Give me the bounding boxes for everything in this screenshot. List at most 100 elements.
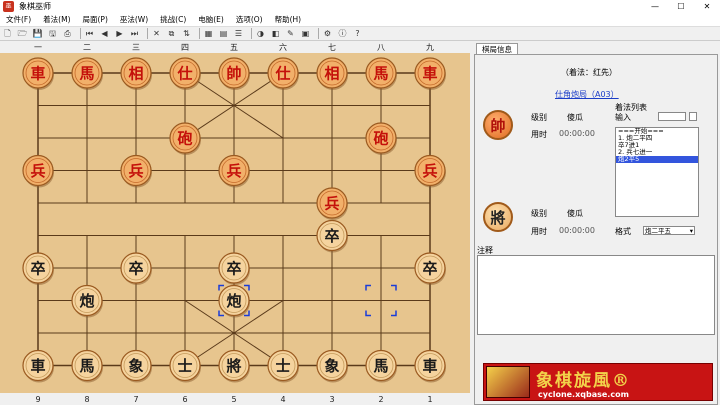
chess-piece[interactable]: 馬 xyxy=(365,349,397,383)
piece-label: 兵 xyxy=(30,162,45,180)
toolbar-separator xyxy=(80,28,81,39)
save-icon[interactable]: 💾 xyxy=(32,28,43,39)
menu-position[interactable]: 局面(P) xyxy=(77,14,114,25)
chess-piece[interactable]: 仕 xyxy=(267,57,299,90)
opening-link[interactable]: 仕角炮局（A03） xyxy=(555,89,619,100)
color-icon[interactable]: ◑ xyxy=(255,28,266,39)
first-move-label: （着法：红先） xyxy=(561,68,617,77)
piece-label: 象 xyxy=(324,357,339,375)
banner-url: cyclone.xqbase.com xyxy=(538,390,629,399)
menu-engine[interactable]: 电脑(E) xyxy=(192,14,230,25)
chess-piece[interactable]: 象 xyxy=(120,349,152,383)
chess-piece[interactable]: 兵 xyxy=(22,154,54,188)
save-as-icon[interactable]: 🖫 xyxy=(47,28,58,39)
first-move-icon[interactable]: ⏮ xyxy=(84,28,95,39)
chevron-down-icon: ▾ xyxy=(689,227,693,235)
minimize-button[interactable]: — xyxy=(642,0,668,13)
chess-piece[interactable]: 士 xyxy=(169,349,201,383)
chess-piece[interactable]: 卒 xyxy=(414,252,446,285)
chess-piece[interactable]: 兵 xyxy=(316,187,348,220)
bottom-file-label: 5 xyxy=(231,395,236,404)
piece-label: 兵 xyxy=(226,162,241,180)
new-icon[interactable]: 🗋 xyxy=(2,28,13,39)
chess-piece[interactable]: 炮 xyxy=(71,284,103,318)
close-button[interactable]: ✕ xyxy=(694,0,720,13)
list-icon[interactable]: ☰ xyxy=(233,28,244,39)
chess-piece[interactable]: 仕 xyxy=(169,57,201,90)
info-icon[interactable]: ⓘ xyxy=(337,28,348,39)
flip-board-icon[interactable]: ⇅ xyxy=(181,28,192,39)
engine-icon[interactable]: ◧ xyxy=(270,28,281,39)
chess-piece[interactable]: 炮 xyxy=(218,284,250,318)
open-icon[interactable]: 🗁 xyxy=(17,28,28,39)
chess-piece[interactable]: 兵 xyxy=(120,154,152,188)
delete-move-icon[interactable]: ✕ xyxy=(151,28,162,39)
format-select[interactable]: 炮二平五 ▾ xyxy=(643,226,695,235)
menu-wizard[interactable]: 巫法(W) xyxy=(114,14,154,25)
chess-piece[interactable]: 卒 xyxy=(22,252,54,285)
black-level-label: 级别 xyxy=(531,209,547,218)
hint-icon[interactable]: ✎ xyxy=(285,28,296,39)
book-icon[interactable]: ▣ xyxy=(300,28,311,39)
chess-piece[interactable]: 車 xyxy=(414,57,446,90)
banner-ad[interactable]: 象棋旋風® cyclone.xqbase.com xyxy=(483,363,713,401)
chess-piece[interactable]: 砲 xyxy=(169,122,201,155)
chess-piece[interactable]: 帥 xyxy=(218,57,250,90)
chess-piece[interactable]: 馬 xyxy=(365,57,397,90)
piece-label: 士 xyxy=(177,357,192,375)
moves-input[interactable] xyxy=(658,112,686,121)
next-move-icon[interactable]: ▶ xyxy=(114,28,125,39)
top-file-label: 九 xyxy=(426,43,434,52)
top-file-label: 五 xyxy=(230,43,238,52)
print-icon[interactable]: ⎙ xyxy=(62,28,73,39)
edit-position-icon[interactable]: ▦ xyxy=(203,28,214,39)
chess-piece[interactable]: 卒 xyxy=(120,252,152,285)
chess-piece[interactable]: 相 xyxy=(120,57,152,90)
chess-piece[interactable]: 車 xyxy=(22,57,54,90)
menu-help[interactable]: 帮助(H) xyxy=(269,14,308,25)
bottom-file-label: 8 xyxy=(84,395,89,404)
moves-input-button[interactable] xyxy=(689,112,697,121)
top-file-label: 一 xyxy=(34,43,42,52)
chess-piece[interactable]: 兵 xyxy=(414,154,446,188)
maximize-button[interactable]: ☐ xyxy=(668,0,694,13)
chess-piece[interactable]: 馬 xyxy=(71,349,103,383)
help-icon[interactable]: ? xyxy=(352,28,363,39)
title-bar: 巫 象棋巫师 — ☐ ✕ xyxy=(0,0,720,13)
chess-piece[interactable]: 將 xyxy=(218,349,250,383)
chess-piece[interactable]: 象 xyxy=(316,349,348,383)
chess-board[interactable]: 一二三四五六七八九987654321車馬相仕帥仕相馬車砲砲兵兵兵兵兵卒卒卒卒卒炮… xyxy=(0,41,470,405)
notes-textarea[interactable] xyxy=(477,255,715,335)
banner-title: 象棋旋風® xyxy=(536,371,631,391)
board-icon[interactable]: ▤ xyxy=(218,28,229,39)
chess-piece[interactable]: 馬 xyxy=(71,57,103,90)
red-level-value[interactable]: 傻瓜 xyxy=(567,112,583,123)
chess-piece[interactable]: 士 xyxy=(267,349,299,383)
chess-piece[interactable]: 砲 xyxy=(365,122,397,155)
bottom-file-label: 6 xyxy=(182,395,187,404)
prev-move-icon[interactable]: ◀ xyxy=(99,28,110,39)
chess-piece[interactable]: 車 xyxy=(22,349,54,383)
black-level-value[interactable]: 傻瓜 xyxy=(567,208,583,219)
last-move-icon[interactable]: ⏭ xyxy=(129,28,140,39)
moves-list[interactable]: ===开始=== 1. 炮二平四 卒7进1 2. 兵七进一 炮2平5 xyxy=(615,127,699,217)
piece-label: 車 xyxy=(30,357,45,375)
menu-notation[interactable]: 着法(M) xyxy=(37,14,76,25)
top-file-label: 四 xyxy=(181,43,189,52)
chess-piece[interactable]: 卒 xyxy=(316,219,348,253)
move-list-item[interactable]: 炮2平5 xyxy=(616,156,698,163)
toolbar-separator xyxy=(147,28,148,39)
chess-piece[interactable]: 卒 xyxy=(218,252,250,285)
copy-icon[interactable]: ⧉ xyxy=(166,28,177,39)
toolbar-separator xyxy=(251,28,252,39)
piece-label: 卒 xyxy=(128,260,143,278)
chess-piece[interactable]: 車 xyxy=(414,349,446,383)
piece-label: 炮 xyxy=(79,292,94,310)
settings-icon[interactable]: ⚙ xyxy=(322,28,333,39)
chess-piece[interactable]: 相 xyxy=(316,57,348,90)
menu-file[interactable]: 文件(F) xyxy=(0,14,37,25)
piece-label: 兵 xyxy=(324,195,339,213)
chess-piece[interactable]: 兵 xyxy=(218,154,250,188)
menu-options[interactable]: 选项(O) xyxy=(230,14,269,25)
menu-challenge[interactable]: 挑战(C) xyxy=(154,14,192,25)
